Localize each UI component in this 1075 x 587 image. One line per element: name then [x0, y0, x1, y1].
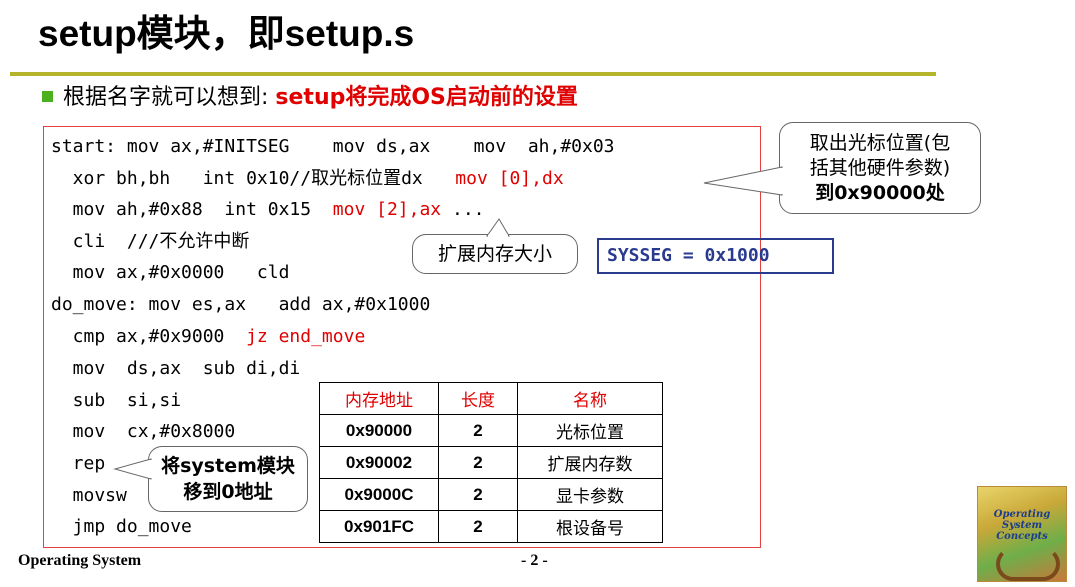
callout-cursor-position: 取出光标位置(包 括其他硬件参数) 到0x90000处	[703, 122, 981, 214]
callout-move-system: 将system模块 移到0地址	[113, 446, 308, 512]
bullet-point: 根据名字就可以想到: setup将完成OS启动前的设置	[42, 82, 578, 114]
title-divider	[10, 72, 936, 76]
bullet-highlight: setup将完成OS启动前的设置	[275, 85, 578, 110]
header-name: 名称	[517, 382, 663, 415]
code-line-2: xor bh,bh int 0x10//取光标位置dx mov [0],dx	[51, 168, 564, 189]
cell-address: 0x90002	[319, 446, 439, 479]
cell-length: 2	[438, 414, 518, 447]
callout-system-line1: 将system模块	[161, 455, 295, 477]
code-line-13: jmp do_move	[51, 516, 192, 537]
dinosaur-icon	[996, 547, 1060, 581]
callout-cursor-line2: 括其他硬件参数)	[809, 157, 951, 179]
code-line-12: movsw	[51, 485, 127, 506]
code-line-6: do_move: mov es,ax add ax,#0x1000	[51, 294, 431, 315]
code-line-11: rep	[51, 453, 106, 474]
callout-pointer	[486, 218, 510, 238]
table-header-row: 内存地址 长度 名称	[319, 382, 663, 415]
callout-extended-memory: 扩展内存大小	[412, 218, 578, 274]
bullet-lead: 根据名字就可以想到:	[63, 85, 276, 110]
callout-cursor-line3: 到0x90000处	[815, 182, 945, 204]
cell-address: 0x90000	[319, 414, 439, 447]
header-address: 内存地址	[319, 382, 439, 415]
cell-length: 2	[438, 446, 518, 479]
cell-name: 光标位置	[517, 414, 663, 447]
page-title: setup模块，即setup.s	[38, 13, 415, 54]
cell-address: 0x901FC	[319, 510, 439, 543]
code-line-1: start: mov ax,#INITSEG mov ds,ax mov ah,…	[51, 136, 615, 157]
code-line-7: cmp ax,#0x9000 jz end_move	[51, 326, 366, 347]
book-cover-image: Operating System Concepts	[977, 486, 1067, 582]
footer-course: Operating System	[18, 552, 142, 569]
cell-name: 显卡参数	[517, 478, 663, 511]
header-length: 长度	[438, 382, 518, 415]
code-line-3: mov ah,#0x88 int 0x15 mov [2],ax ...	[51, 199, 485, 220]
table-row: 0x90002 2 扩展内存数	[319, 446, 663, 479]
memory-table: 内存地址 长度 名称 0x90000 2 光标位置 0x90002 2 扩展内存…	[319, 382, 663, 543]
footer-page-number: - 2 -	[521, 552, 548, 569]
cell-name: 根设备号	[517, 510, 663, 543]
callout-cursor-line1: 取出光标位置(包	[809, 132, 951, 154]
book-cover-title: Operating System Concepts	[993, 509, 1051, 542]
code-line-9: sub si,si	[51, 390, 182, 411]
cell-length: 2	[438, 478, 518, 511]
table-row: 0x90000 2 光标位置	[319, 414, 663, 447]
table-row: 0x9000C 2 显卡参数	[319, 478, 663, 511]
code-line-5: mov ax,#0x0000 cld	[51, 262, 290, 283]
cell-address: 0x9000C	[319, 478, 439, 511]
table-row: 0x901FC 2 根设备号	[319, 510, 663, 543]
callout-pointer	[113, 458, 153, 480]
callout-system-line2: 移到0地址	[183, 481, 273, 503]
code-line-4: cli ///不允许中断	[51, 231, 250, 252]
code-line-8: mov ds,ax sub di,di	[51, 358, 301, 379]
cell-name: 扩展内存数	[517, 446, 663, 479]
code-line-10: mov cx,#0x8000	[51, 421, 236, 442]
callout-extmem-text: 扩展内存大小	[437, 243, 552, 265]
cell-length: 2	[438, 510, 518, 543]
callout-pointer	[703, 166, 784, 196]
bullet-square-icon	[42, 91, 53, 102]
sysseg-box: SYSSEG = 0x1000	[597, 238, 834, 274]
